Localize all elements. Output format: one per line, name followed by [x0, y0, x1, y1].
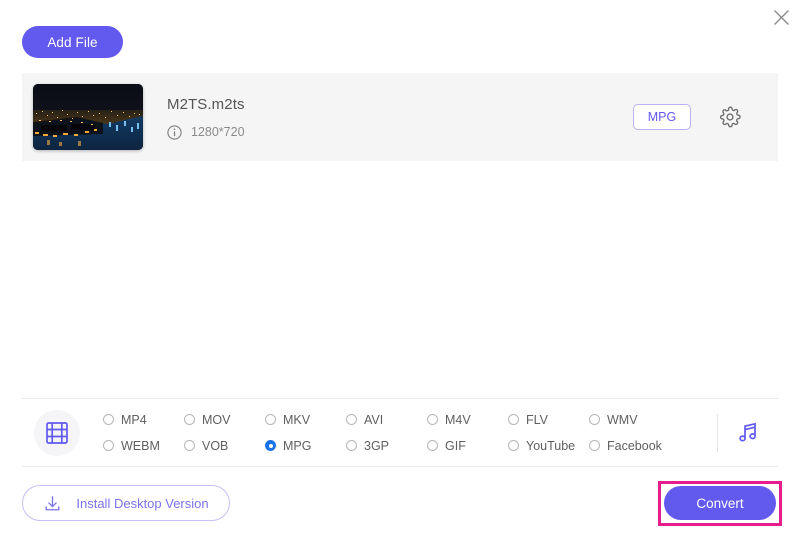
format-option-flv[interactable]: FLV [508, 407, 589, 433]
format-option-gif[interactable]: GIF [427, 433, 508, 459]
output-format-badge[interactable]: MPG [633, 104, 691, 130]
file-list-item[interactable]: M2TS.m2ts 1280*720 MPG [22, 73, 778, 161]
file-name: M2TS.m2ts [167, 95, 245, 113]
format-option-mov[interactable]: MOV [184, 407, 265, 433]
divider-bottom [22, 466, 778, 467]
format-option-mp4[interactable]: MP4 [103, 407, 184, 433]
info-circle-icon[interactable] [167, 124, 182, 140]
radio-icon [589, 414, 600, 425]
file-thumbnail [33, 84, 143, 150]
radio-icon [265, 414, 276, 425]
radio-icon-selected [265, 440, 276, 451]
music-note-icon [739, 422, 756, 442]
format-option-facebook[interactable]: Facebook [589, 433, 670, 459]
gear-icon [719, 106, 741, 128]
format-option-label: VOB [202, 438, 229, 453]
radio-icon [346, 440, 357, 451]
file-meta: M2TS.m2ts 1280*720 [167, 95, 633, 140]
format-option-label: WMV [607, 412, 638, 427]
audio-category-button[interactable] [718, 420, 778, 446]
format-option-label: GIF [445, 438, 466, 453]
format-picker: MP4 MOV MKV AVI M4V FLV WMV WEBM VOB MPG… [22, 399, 778, 466]
radio-icon [184, 440, 195, 451]
format-option-3gp[interactable]: 3GP [346, 433, 427, 459]
radio-icon [508, 440, 519, 451]
thumbnail-image [33, 84, 143, 150]
format-option-label: 3GP [364, 438, 390, 453]
format-option-m4v[interactable]: M4V [427, 407, 508, 433]
radio-icon [103, 440, 114, 451]
format-option-vob[interactable]: VOB [184, 433, 265, 459]
radio-icon [589, 440, 600, 451]
convert-button[interactable]: Convert [664, 486, 776, 520]
radio-icon [103, 414, 114, 425]
format-option-label: Facebook [607, 438, 662, 453]
format-option-avi[interactable]: AVI [346, 407, 427, 433]
format-option-label: YouTube [526, 438, 576, 453]
add-file-button[interactable]: Add File [22, 26, 123, 58]
radio-icon [184, 414, 195, 425]
download-icon [45, 495, 60, 510]
radio-icon [508, 414, 519, 425]
format-option-wmv[interactable]: WMV [589, 407, 670, 433]
format-option-label: MP4 [121, 412, 147, 427]
file-settings-button[interactable] [717, 104, 743, 130]
install-desktop-version-button[interactable]: Install Desktop Version [22, 485, 230, 521]
format-option-label: MPG [283, 438, 312, 453]
format-option-webm[interactable]: WEBM [103, 433, 184, 459]
format-option-mpg[interactable]: MPG [265, 433, 346, 459]
film-strip-icon [46, 421, 68, 444]
file-details: 1280*720 [167, 124, 633, 140]
format-option-label: AVI [364, 412, 384, 427]
radio-icon [427, 440, 438, 451]
format-option-label: M4V [445, 412, 471, 427]
format-option-label: FLV [526, 412, 548, 427]
converter-window: Add File M2TS.m2ts 1280*720 MPG MP4 MOV … [0, 0, 800, 539]
format-option-label: MOV [202, 412, 231, 427]
format-option-mkv[interactable]: MKV [265, 407, 346, 433]
radio-icon [346, 414, 357, 425]
close-icon [773, 9, 789, 25]
install-desktop-version-label: Install Desktop Version [76, 495, 209, 511]
format-options: MP4 MOV MKV AVI M4V FLV WMV WEBM VOB MPG… [103, 407, 713, 459]
format-option-youtube[interactable]: YouTube [508, 433, 589, 459]
format-option-label: WEBM [121, 438, 160, 453]
close-button[interactable] [766, 2, 796, 32]
file-resolution: 1280*720 [191, 125, 245, 139]
radio-icon [427, 414, 438, 425]
video-category-button[interactable] [34, 409, 80, 456]
format-option-label: MKV [283, 412, 311, 427]
